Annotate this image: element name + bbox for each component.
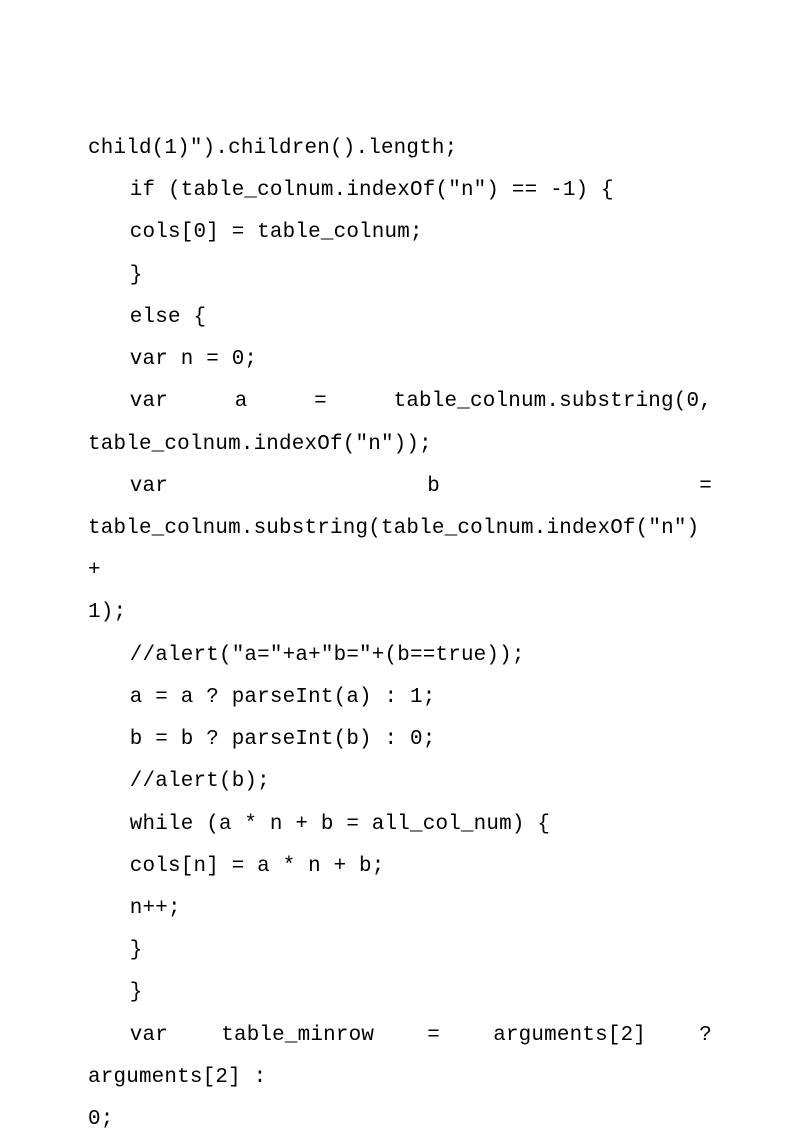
code-line: 0; bbox=[88, 1099, 712, 1141]
code-line: 1); bbox=[88, 592, 712, 634]
code-block: child(1)").children().length;if (table_c… bbox=[88, 128, 712, 1141]
code-line: n++; bbox=[88, 888, 712, 930]
code-line: var n = 0; bbox=[88, 339, 712, 381]
code-line: table_colnum.indexOf("n")); bbox=[88, 424, 712, 466]
code-line: cols[0] = table_colnum; bbox=[88, 212, 712, 254]
code-line: //alert(b); bbox=[88, 761, 712, 803]
code-line: var table_minrow = arguments[2] ? argume… bbox=[88, 1015, 712, 1099]
document-page: child(1)").children().length;if (table_c… bbox=[0, 0, 800, 1132]
code-line: a = a ? parseInt(a) : 1; bbox=[88, 677, 712, 719]
code-line: b = b ? parseInt(b) : 0; bbox=[88, 719, 712, 761]
code-line: } bbox=[88, 972, 712, 1014]
code-line: var b = bbox=[88, 466, 712, 508]
code-line: //alert("a="+a+"b="+(b==true)); bbox=[88, 635, 712, 677]
code-line: else { bbox=[88, 297, 712, 339]
code-line: var a = table_colnum.substring(0, bbox=[88, 381, 712, 423]
code-line: table_colnum.substring(table_colnum.inde… bbox=[88, 508, 712, 592]
code-line: child(1)").children().length; bbox=[88, 128, 712, 170]
code-line: } bbox=[88, 930, 712, 972]
code-line: while (a * n + b = all_col_num) { bbox=[88, 804, 712, 846]
code-line: cols[n] = a * n + b; bbox=[88, 846, 712, 888]
code-line: if (table_colnum.indexOf("n") == -1) { bbox=[88, 170, 712, 212]
code-line: } bbox=[88, 255, 712, 297]
